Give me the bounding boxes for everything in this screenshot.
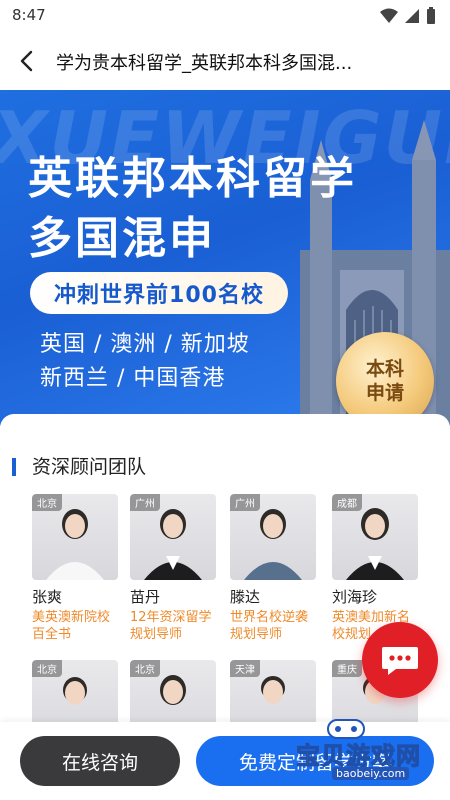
city-tag: 北京 [130, 660, 160, 677]
banner-pill: 冲刺世界前100名校 [30, 272, 288, 314]
city-tag: 重庆 [332, 660, 362, 677]
banner-regions-line1: 英国 / 澳洲 / 新加坡 [40, 332, 250, 357]
advisor-photo: 成都 [332, 494, 418, 580]
advisor-card[interactable]: 广州 滕达 世界名校逆袭规划导师 [230, 494, 316, 643]
advisor-name: 张爽 [32, 588, 63, 606]
advisor-desc: 世界名校逆袭规划导师 [230, 610, 309, 642]
banner-title-line1: 英联邦本科留学 [28, 153, 357, 204]
hero-banner: XUEWEIGUI 英联邦本科留学 多国混申 冲刺世界前100名校 英国 / 澳… [0, 90, 450, 426]
advisor-name: 苗丹 [130, 588, 161, 606]
city-tag: 北京 [32, 660, 62, 677]
advisor-desc: 美英澳新院校百全书 [32, 610, 111, 642]
city-tag: 广州 [130, 494, 160, 511]
seal-line2: 申请 [365, 382, 404, 404]
chat-bubble-icon [382, 647, 418, 675]
online-consult-button[interactable]: 在线咨询 [20, 736, 180, 786]
chat-float-button[interactable] [362, 622, 438, 698]
signal-icon [405, 9, 419, 23]
city-tag: 北京 [32, 494, 62, 511]
application-seal-badge: 本科 申请 [336, 332, 434, 426]
advisor-desc: 12年资深留学规划导师 [130, 610, 212, 642]
city-tag: 天津 [230, 660, 260, 677]
city-tag: 成都 [332, 494, 362, 511]
watermark-logo-text: 宝贝游戏网 [296, 742, 421, 771]
advisor-photo: 广州 [130, 494, 216, 580]
back-arrow-icon [20, 50, 33, 72]
city-tag: 广州 [230, 494, 260, 511]
advisor-name: 刘海珍 [332, 588, 378, 606]
nav-bar: 学为贵本科留学_英联邦本科多国混... [0, 32, 450, 90]
banner-title-line2: 多国混申 [28, 213, 216, 264]
status-time: 8:47 [12, 6, 46, 24]
advisor-card[interactable]: 成都 刘海珍 英澳美加新名校规划 [332, 494, 418, 643]
watermark-logo-url: baobeiy.com [332, 767, 410, 780]
advisor-name: 滕达 [230, 588, 261, 606]
advisor-card[interactable]: 北京 张爽 美英澳新院校百全书 [32, 494, 118, 643]
banner-regions-line2: 新西兰 / 中国香港 [40, 366, 226, 391]
section-accent-bar [12, 458, 16, 476]
section-title: 资深顾问团队 [32, 456, 147, 478]
advisor-photo: 北京 [32, 494, 118, 580]
status-icons [380, 7, 436, 25]
seal-line1: 本科 [365, 358, 404, 380]
wifi-icon [380, 8, 398, 23]
status-bar: 8:47 [0, 0, 450, 32]
back-button[interactable] [12, 46, 42, 76]
advisor-photo: 广州 [230, 494, 316, 580]
banner-pill-text: 冲刺世界前100名校 [54, 283, 264, 308]
advisor-card[interactable]: 广州 苗丹 12年资深留学规划导师 [130, 494, 216, 643]
page-title: 学为贵本科留学_英联邦本科多国混... [56, 53, 353, 74]
battery-icon [427, 7, 435, 24]
